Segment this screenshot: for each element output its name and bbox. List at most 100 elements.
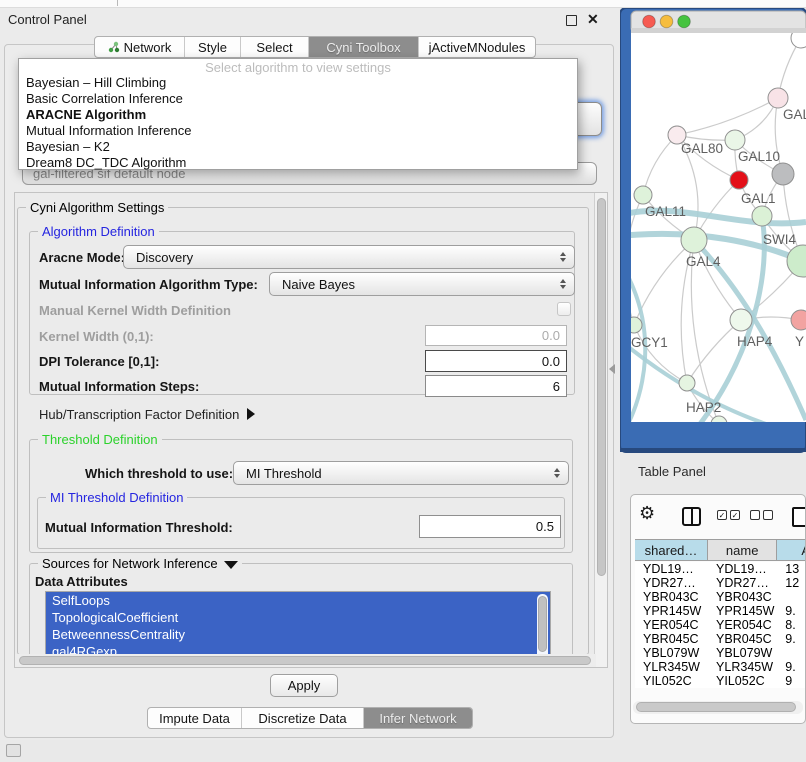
deselect-all-icon[interactable] <box>750 510 773 520</box>
table-cell: YDL19… <box>708 562 777 576</box>
aracne-mode-combobox[interactable]: Discovery <box>123 245 575 269</box>
table-row[interactable]: YDL19…YDL19…13 <box>635 562 806 576</box>
sources-toggle[interactable]: Sources for Network Inference <box>38 556 242 571</box>
dpi-tolerance-field[interactable]: 0.0 <box>425 350 567 372</box>
scrollbar-thumb[interactable] <box>538 596 547 652</box>
data-attributes-list[interactable]: SelfLoopsTopologicalCoefficientBetweenne… <box>45 591 551 663</box>
select-all-icon[interactable]: ✓✓ <box>717 510 740 520</box>
network-view-window[interactable]: GALGAL80GAL10GAL1GAL11SWI4GAL4GCY1HAP4YH… <box>620 8 806 456</box>
table-row[interactable]: YBR045CYBR045C9. <box>635 632 806 646</box>
column-header-A[interactable]: A <box>777 540 806 560</box>
column-header-name[interactable]: name <box>708 540 777 560</box>
manual-kernel-label: Manual Kernel Width Definition <box>39 303 231 318</box>
tab-select[interactable]: Select <box>241 37 309 57</box>
table-row[interactable]: YLR345WYLR345W9. <box>635 660 806 674</box>
float-panel-icon[interactable] <box>566 15 577 26</box>
network-node[interactable] <box>730 309 752 331</box>
tab-style[interactable]: Style <box>185 37 241 57</box>
hub-definition-toggle[interactable]: Hub/Transcription Factor Definition <box>39 407 255 422</box>
apply-button[interactable]: Apply <box>270 674 338 697</box>
scrollbar-thumb[interactable] <box>597 198 606 576</box>
stepper-arrows-icon <box>560 252 566 262</box>
aracne-mode-label: Aracne Mode: <box>39 250 125 265</box>
mi-steps-field[interactable]: 6 <box>425 375 567 397</box>
tab-label: jActiveMNodules <box>429 40 526 55</box>
table-row[interactable]: YPR145WYPR145W9. <box>635 604 806 618</box>
algorithm-option[interactable]: Dream8 DC_TDC Algorithm <box>19 155 577 171</box>
manual-kernel-checkbox[interactable] <box>557 302 571 316</box>
table-cell: YIL052C <box>635 674 708 688</box>
close-traffic-icon[interactable] <box>643 15 656 28</box>
attributes-scrollbar[interactable] <box>537 594 548 660</box>
tab-network[interactable]: Network <box>95 37 185 57</box>
tab-jactivemnodules[interactable]: jActiveMNodules <box>419 37 535 57</box>
function-icon[interactable] <box>792 507 806 527</box>
attribute-item[interactable]: SelfLoops <box>46 592 550 609</box>
settings-horizontal-scrollbar[interactable] <box>15 654 596 667</box>
algorithm-option[interactable]: Bayesian – K2 <box>19 139 577 155</box>
which-threshold-combobox[interactable]: MI Threshold <box>233 461 569 485</box>
network-node[interactable] <box>634 186 652 204</box>
application-window: Control Panel ✕ NetworkStyleSelectCyni T… <box>0 0 806 762</box>
table-row[interactable]: YDR27…YDR27…12 <box>635 576 806 590</box>
group-title: MI Threshold Definition <box>46 490 187 505</box>
table-horizontal-scrollbar[interactable] <box>633 701 803 714</box>
split-pane-grip[interactable] <box>609 364 615 374</box>
network-node[interactable] <box>772 163 794 185</box>
subtab-discretize-data[interactable]: Discretize Data <box>242 708 364 728</box>
network-node[interactable] <box>791 310 806 330</box>
tab-cyni-toolbox[interactable]: Cyni Toolbox <box>309 37 419 57</box>
mi-threshold-field[interactable]: 0.5 <box>419 515 561 538</box>
table-row[interactable]: YIL052CYIL052C9 <box>635 674 806 688</box>
table-panel-titlebar: Table Panel <box>622 456 806 486</box>
gear-icon[interactable]: ⚙ <box>639 503 655 524</box>
table-cell: 9. <box>777 660 806 674</box>
mi-type-combobox[interactable]: Naive Bayes <box>269 272 575 296</box>
network-node[interactable] <box>725 130 745 150</box>
network-node[interactable] <box>752 206 772 226</box>
algorithm-option[interactable]: ARACNE Algorithm <box>19 107 577 123</box>
group-title: Algorithm Definition <box>38 224 159 239</box>
sources-title: Sources for Network Inference <box>42 556 218 571</box>
node-label: GAL10 <box>738 149 780 164</box>
subtab-impute-data[interactable]: Impute Data <box>148 708 242 728</box>
attribute-item[interactable]: TopologicalCoefficient <box>46 609 550 626</box>
column-header-shared[interactable]: shared… <box>635 540 708 560</box>
node-label: GAL <box>783 107 806 122</box>
table-cell: YPR145W <box>708 604 777 618</box>
expanded-arrow-icon <box>224 561 238 569</box>
data-attributes-label: Data Attributes <box>35 574 128 589</box>
table-cell: YBR043C <box>635 590 708 604</box>
network-node[interactable] <box>730 171 748 189</box>
table-header-row: shared…nameA <box>635 539 806 561</box>
zoom-traffic-icon[interactable] <box>678 15 691 28</box>
algorithm-option[interactable]: Mutual Information Inference <box>19 123 577 139</box>
table-rows: YDL19…YDL19…13YDR27…YDR27…12YBR043CYBR04… <box>635 562 806 688</box>
table-cell: YLR345W <box>708 660 777 674</box>
subtab-infer-network[interactable]: Infer Network <box>364 708 472 728</box>
columns-icon[interactable] <box>682 507 701 526</box>
table-row[interactable]: YER054CYER054C8. <box>635 618 806 632</box>
kernel-width-field[interactable]: 0.0 <box>425 325 567 346</box>
network-node[interactable] <box>768 88 788 108</box>
scrollbar-thumb[interactable] <box>19 656 591 665</box>
minimize-traffic-icon[interactable] <box>660 15 673 28</box>
table-cell: YDR27… <box>708 576 777 590</box>
algorithm-option[interactable]: Bayesian – Hill Climbing <box>19 75 577 91</box>
aracne-mode-value: Discovery <box>136 250 193 265</box>
node-label: HAP2 <box>686 400 721 415</box>
table-row[interactable]: YBL079WYBL079W <box>635 646 806 660</box>
network-node[interactable] <box>679 375 695 391</box>
node-label: GAL11 <box>645 204 686 219</box>
settings-vertical-scrollbar[interactable] <box>594 193 607 667</box>
attribute-item[interactable]: BetweennessCentrality <box>46 626 550 643</box>
tab-label: Style <box>198 40 227 55</box>
scrollbar-thumb[interactable] <box>636 702 796 712</box>
table-row[interactable]: YBR043CYBR043C <box>635 590 806 604</box>
network-node[interactable] <box>681 227 707 253</box>
collapsed-arrow-icon <box>247 408 255 420</box>
table-cell: YBL079W <box>708 646 777 660</box>
minimized-panel-grip[interactable] <box>6 744 21 757</box>
close-icon[interactable]: ✕ <box>587 11 599 28</box>
algorithm-option[interactable]: Basic Correlation Inference <box>19 91 577 107</box>
